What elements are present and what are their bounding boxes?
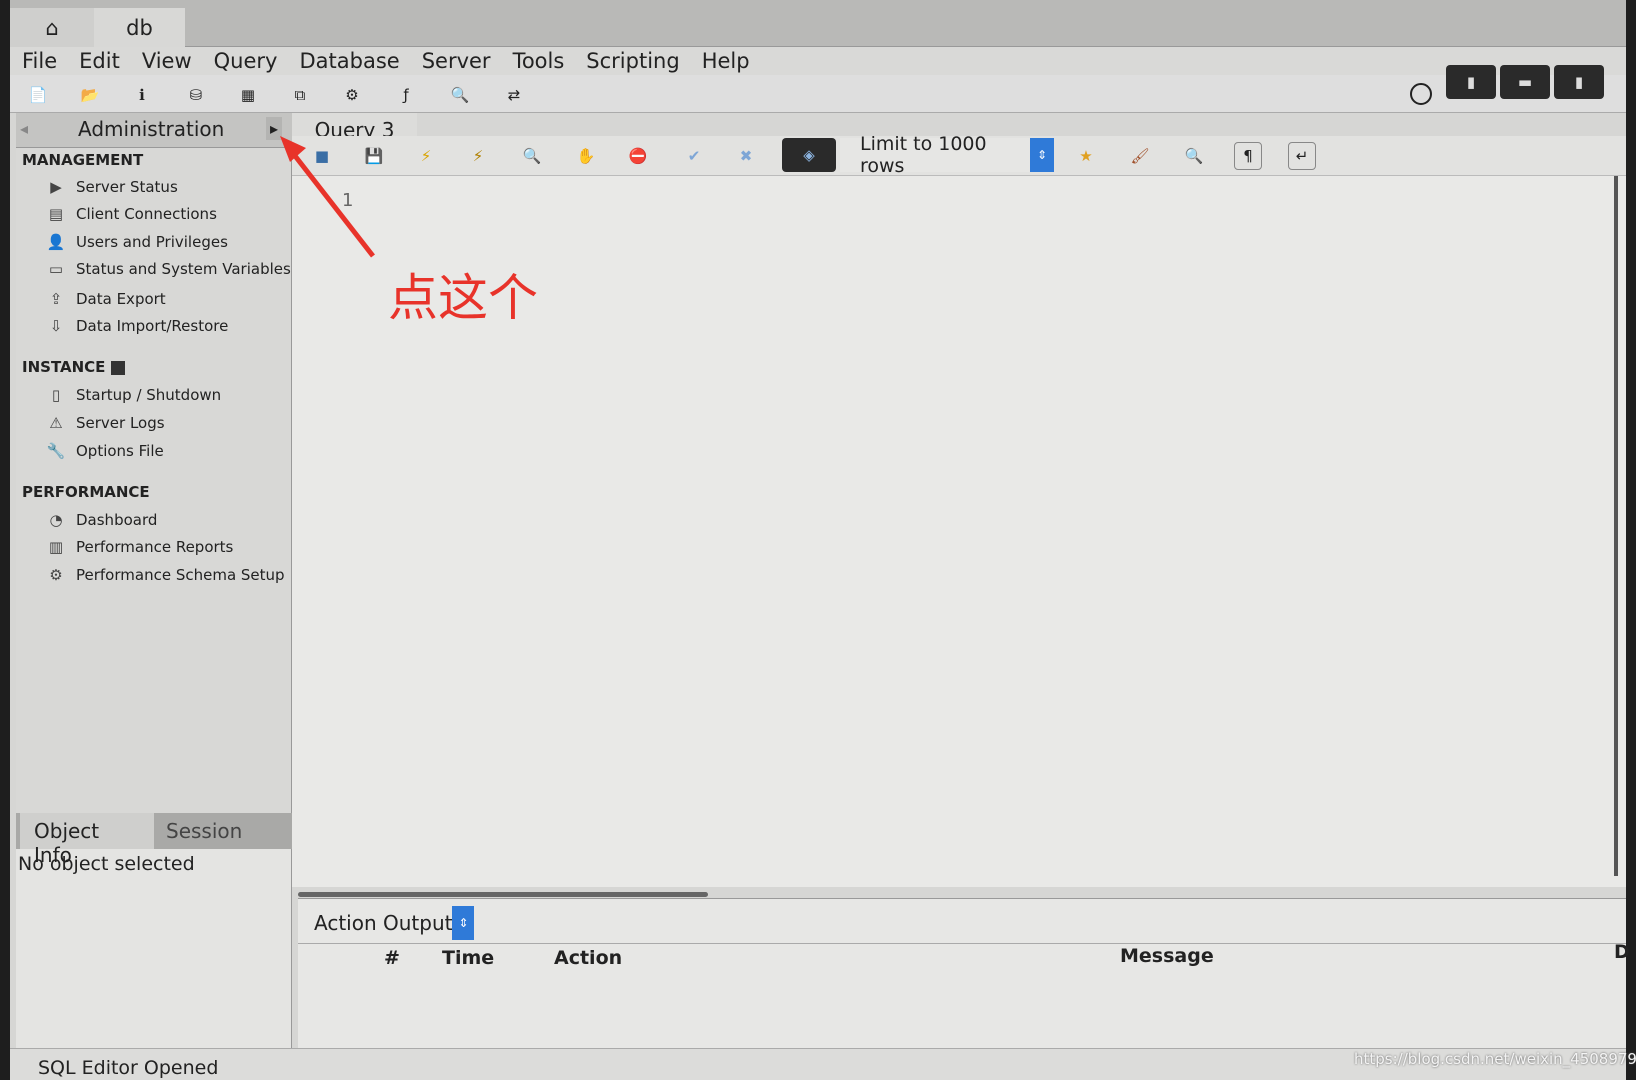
annotation-arrow-line (290, 150, 375, 258)
annotation-arrow-head (280, 136, 306, 162)
annotation-text: 点这个 (388, 269, 538, 327)
watermark: https://blog.csdn.net/weixin_45089791 (1354, 1050, 1636, 1068)
annotation-overlay (280, 136, 375, 258)
